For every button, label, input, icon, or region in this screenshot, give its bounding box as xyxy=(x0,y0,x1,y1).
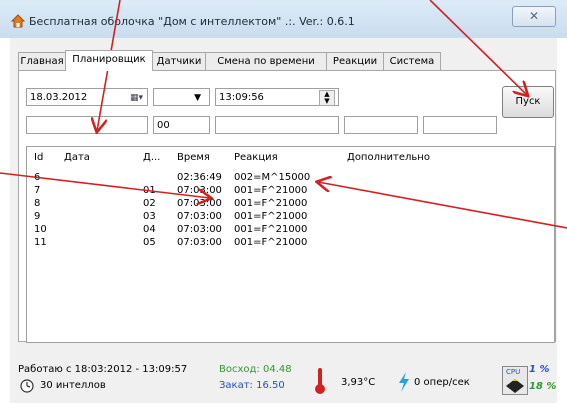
annotation-arrow xyxy=(429,0,527,95)
annotation-arrow xyxy=(0,172,210,198)
annotation-arrow xyxy=(318,182,567,229)
tab-scheduler[interactable]: Планировщик xyxy=(65,50,153,71)
